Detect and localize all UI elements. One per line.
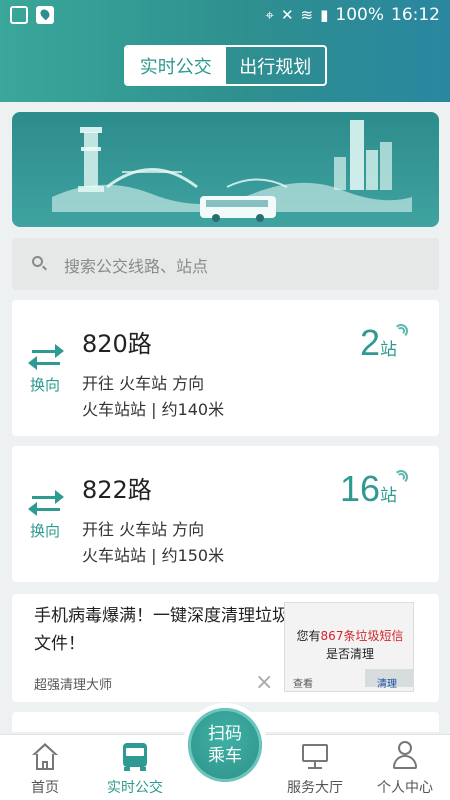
- station-distance: 火车站站 | 约140米: [82, 400, 225, 419]
- ad-image[interactable]: 您有867条垃圾短信 是否清理 查看 清理: [284, 602, 414, 692]
- monitor-icon: [301, 743, 329, 771]
- city-skyline-banner[interactable]: [12, 112, 439, 227]
- realtime-signal-icon: [394, 318, 414, 338]
- search-icon: [32, 256, 43, 267]
- bus-icon: [121, 743, 149, 771]
- stops-away: 16站: [339, 468, 397, 509]
- close-icon[interactable]: ×: [255, 670, 273, 695]
- search-bar[interactable]: 搜索公交线路、站点: [12, 238, 439, 290]
- route-card[interactable]: 换向 822路 开往 火车站 方向 火车站站 | 约150米 16站: [12, 446, 439, 582]
- system-status: ⌖ ✕ ≋ ▮ 100% 16:12: [266, 5, 440, 25]
- notification-icons: [10, 6, 54, 24]
- swap-direction-icon[interactable]: [28, 490, 64, 520]
- nav-realtime-bus[interactable]: 实时公交: [90, 735, 180, 800]
- swap-direction-label[interactable]: 换向: [30, 520, 60, 541]
- ad-source: 超强清理大师: [34, 678, 113, 693]
- status-bar: ⌖ ✕ ≋ ▮ 100% 16:12: [0, 0, 450, 32]
- realtime-signal-icon: [394, 464, 414, 484]
- battery-level: 100%: [335, 5, 384, 25]
- station-distance: 火车站站 | 约150米: [82, 546, 225, 565]
- mute-icon: ✕: [280, 6, 294, 24]
- search-input-placeholder: 搜索公交线路、站点: [64, 257, 209, 276]
- swap-direction-label[interactable]: 换向: [30, 374, 60, 395]
- tab-realtime-bus[interactable]: 实时公交: [126, 47, 226, 84]
- wifi-icon: ≋: [300, 6, 314, 24]
- ad-title[interactable]: 手机病毒爆满！一键深度清理垃圾文件！: [34, 602, 289, 658]
- stops-away: 2站: [359, 322, 397, 363]
- user-icon: [391, 741, 419, 771]
- nav-home[interactable]: 首页: [0, 735, 90, 800]
- location-icon: ⌖: [265, 6, 274, 24]
- route-direction: 开往 火车站 方向: [82, 520, 205, 539]
- header-bar: ⌖ ✕ ≋ ▮ 100% 16:12 实时公交 出行规划: [0, 0, 450, 102]
- ad-card[interactable]: 手机病毒爆满！一键深度清理垃圾文件！ 超强清理大师 × 您有867条垃圾短信 是…: [12, 594, 439, 702]
- map-notification-icon: [36, 6, 54, 24]
- swap-direction-icon[interactable]: [28, 344, 64, 374]
- gallery-notification-icon: [10, 6, 28, 24]
- scan-to-ride-button[interactable]: 扫码 乘车: [183, 703, 267, 787]
- nav-service-hall[interactable]: 服务大厅: [270, 735, 360, 800]
- signal-icon: ▮: [320, 6, 329, 24]
- route-name: 822路: [82, 476, 152, 504]
- route-direction: 开往 火车站 方向: [82, 374, 205, 393]
- tab-trip-planning[interactable]: 出行规划: [226, 47, 326, 84]
- skyline-illustration: [52, 120, 412, 222]
- mode-switch: 实时公交 出行规划: [124, 45, 327, 86]
- route-card[interactable]: 换向 820路 开往 火车站 方向 火车站站 | 约140米 2站: [12, 300, 439, 436]
- route-name: 820路: [82, 330, 152, 358]
- home-icon: [31, 743, 59, 771]
- nav-profile[interactable]: 个人中心: [360, 735, 450, 800]
- clock: 16:12: [391, 5, 440, 25]
